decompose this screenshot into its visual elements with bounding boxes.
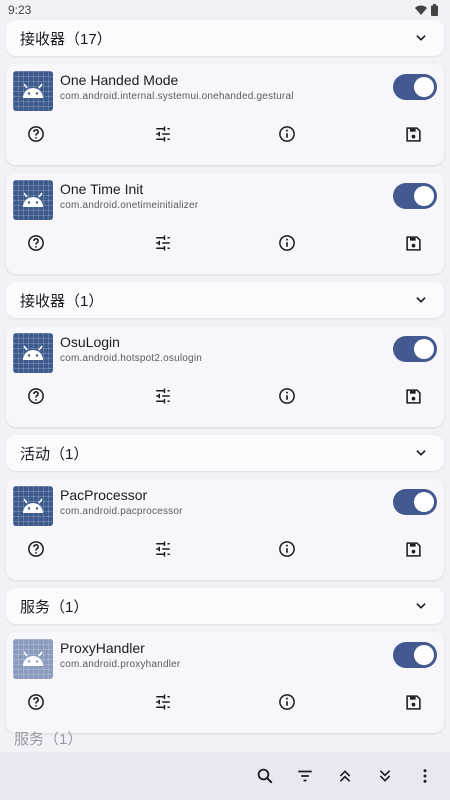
group-title: 服务（1） (20, 598, 89, 616)
group-header[interactable]: 接收器（17） (12, 20, 438, 56)
save-icon[interactable] (403, 124, 423, 144)
component-card: OsuLogin com.android.hotspot2.osulogin (6, 326, 444, 427)
filter-icon[interactable] (294, 765, 316, 787)
component-name: ProxyHandler (60, 640, 145, 656)
save-icon[interactable] (403, 386, 423, 406)
wifi-icon (415, 5, 427, 15)
component-package: com.android.internal.systemui.onehanded.… (60, 91, 294, 102)
component-package: com.android.pacprocessor (60, 506, 183, 517)
expand-all-icon[interactable] (374, 765, 396, 787)
enable-toggle[interactable] (393, 336, 437, 362)
android-app-icon (13, 333, 53, 373)
group-header[interactable]: 服务（1） (12, 588, 438, 624)
help-icon[interactable] (26, 539, 46, 559)
help-icon[interactable] (26, 692, 46, 712)
info-icon[interactable] (277, 539, 297, 559)
component-name: One Handed Mode (60, 72, 179, 88)
card-actions (6, 687, 444, 717)
search-icon[interactable] (254, 765, 276, 787)
info-icon[interactable] (277, 692, 297, 712)
component-package: com.android.proxyhandler (60, 659, 181, 670)
tune-icon[interactable] (153, 386, 173, 406)
component-package: com.android.onetimeinitializer (60, 200, 199, 211)
chevron-down-icon[interactable] (414, 293, 428, 307)
component-list[interactable]: 接收器（17） One Handed Mode com.android.inte… (0, 20, 450, 733)
component-name: PacProcessor (60, 487, 148, 503)
info-icon[interactable] (277, 124, 297, 144)
component-package: com.android.hotspot2.osulogin (60, 353, 203, 364)
group-title: 接收器（1） (20, 292, 104, 310)
save-icon[interactable] (403, 692, 423, 712)
help-icon[interactable] (26, 233, 46, 253)
help-icon[interactable] (26, 124, 46, 144)
info-icon[interactable] (277, 233, 297, 253)
chevron-down-icon[interactable] (414, 31, 428, 45)
chevron-down-icon[interactable] (414, 599, 428, 613)
card-actions (6, 534, 444, 564)
status-icons (415, 4, 438, 16)
group-header[interactable]: 接收器（1） (12, 282, 438, 318)
component-name: One Time Init (60, 181, 144, 197)
battery-icon (431, 4, 438, 16)
more-vert-icon[interactable] (414, 765, 436, 787)
group-title: 活动（1） (20, 445, 89, 463)
group-title: 接收器（17） (20, 30, 112, 48)
component-card: One Handed Mode com.android.internal.sys… (6, 64, 444, 165)
card-actions (6, 381, 444, 411)
help-icon[interactable] (26, 386, 46, 406)
android-app-icon (13, 639, 53, 679)
card-actions (6, 119, 444, 149)
save-icon[interactable] (403, 539, 423, 559)
info-icon[interactable] (277, 386, 297, 406)
group-title-partial: 服务（1） (14, 731, 83, 748)
component-card: One Time Init com.android.onetimeinitial… (6, 173, 444, 274)
save-icon[interactable] (403, 233, 423, 253)
enable-toggle[interactable] (393, 74, 437, 100)
component-card: PacProcessor com.android.pacprocessor (6, 479, 444, 580)
status-bar: 9:23 (0, 0, 450, 20)
tune-icon[interactable] (153, 124, 173, 144)
group-header[interactable]: 活动（1） (12, 435, 438, 471)
collapse-all-icon[interactable] (334, 765, 356, 787)
group-receivers-17: 接收器（17） (6, 20, 444, 56)
android-app-icon (13, 486, 53, 526)
enable-toggle[interactable] (393, 489, 437, 515)
tune-icon[interactable] (153, 692, 173, 712)
chevron-down-icon[interactable] (414, 446, 428, 460)
android-app-icon (13, 180, 53, 220)
bottom-toolbar (0, 752, 450, 800)
android-app-icon (13, 71, 53, 111)
component-name: OsuLogin (60, 334, 120, 350)
status-time: 9:23 (8, 3, 32, 17)
group-receivers-1: 接收器（1） (6, 282, 444, 318)
enable-toggle[interactable] (393, 642, 437, 668)
card-actions (6, 228, 444, 258)
tune-icon[interactable] (153, 539, 173, 559)
group-activities-1: 活动（1） (6, 435, 444, 471)
component-card: ProxyHandler com.android.proxyhandler (6, 632, 444, 733)
enable-toggle[interactable] (393, 183, 437, 209)
tune-icon[interactable] (153, 233, 173, 253)
group-services-1: 服务（1） (6, 588, 444, 624)
